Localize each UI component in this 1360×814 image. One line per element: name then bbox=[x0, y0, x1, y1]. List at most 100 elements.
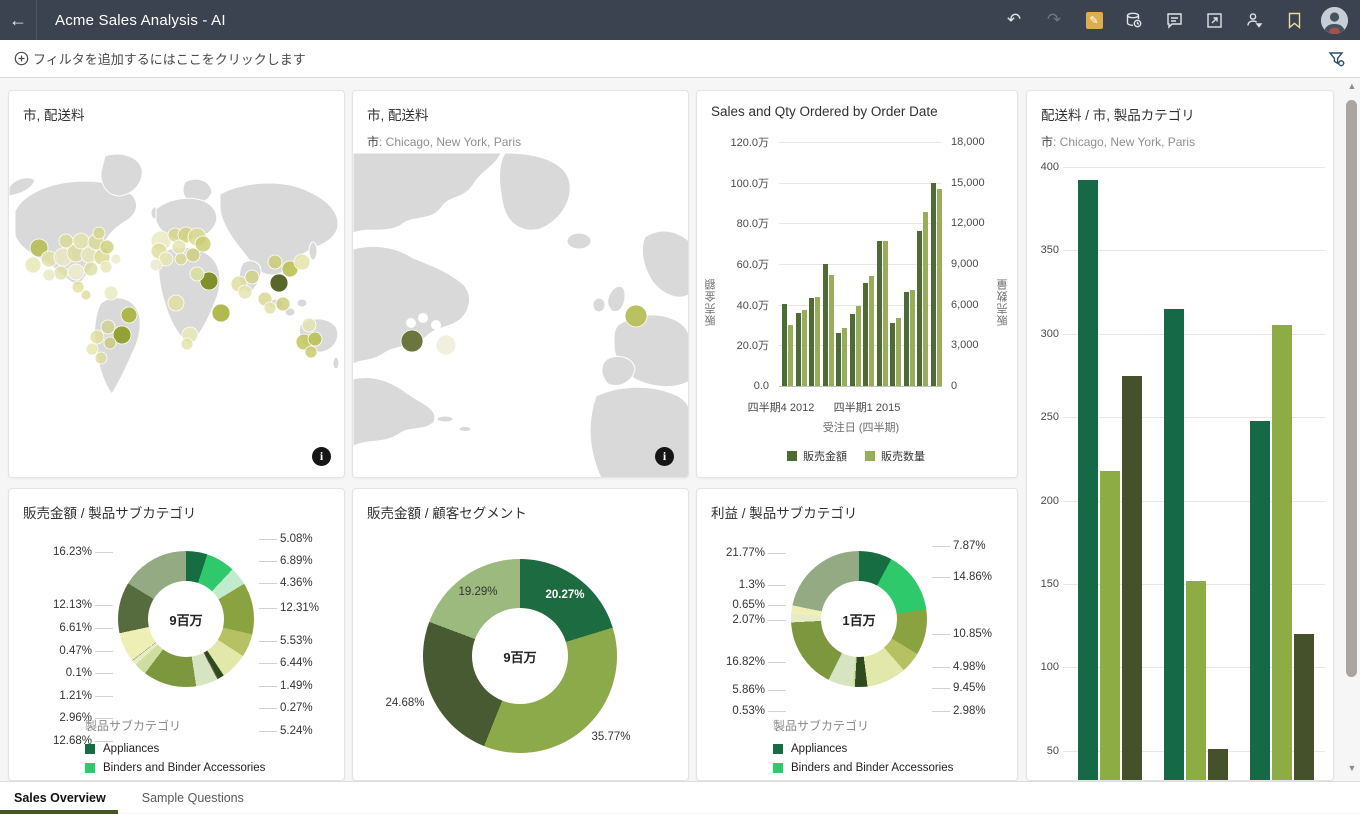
bar-quantity[interactable] bbox=[855, 306, 861, 386]
edit-icon[interactable]: ✎ bbox=[1078, 4, 1110, 36]
legend-item[interactable]: Binders and Binder Accessories bbox=[85, 762, 265, 774]
map-bubble[interactable] bbox=[103, 285, 119, 301]
undo-icon[interactable]: ↶ bbox=[998, 4, 1030, 36]
map-bubble[interactable] bbox=[110, 253, 122, 265]
page-scrollbar[interactable]: ▲ ▼ bbox=[1345, 82, 1359, 774]
map-bubble[interactable] bbox=[237, 284, 253, 300]
map-bubble[interactable] bbox=[120, 306, 138, 324]
info-icon[interactable]: i bbox=[655, 447, 674, 466]
redo-icon[interactable]: ↷ bbox=[1038, 4, 1070, 36]
map-bubble[interactable] bbox=[171, 239, 187, 255]
map-bubble[interactable] bbox=[301, 317, 317, 333]
bar-sales[interactable] bbox=[917, 231, 922, 386]
map-bubble[interactable] bbox=[99, 260, 113, 274]
refresh-data-icon[interactable] bbox=[1118, 4, 1150, 36]
map-bubble[interactable] bbox=[624, 304, 648, 328]
scroll-up-arrow[interactable]: ▲ bbox=[1347, 82, 1357, 91]
tile-shipping-bars[interactable]: 配送料 / 市, 製品カテゴリ 市: Chicago, New York, Pa… bbox=[1026, 90, 1334, 781]
present-icon[interactable] bbox=[1198, 4, 1230, 36]
map-bubble[interactable] bbox=[72, 232, 90, 250]
bar-quantity[interactable] bbox=[909, 289, 915, 386]
legend-item[interactable]: Binders and Binder Accessories bbox=[773, 762, 953, 774]
map-bubble[interactable] bbox=[400, 329, 424, 353]
bar-sales[interactable] bbox=[903, 292, 909, 386]
map-bubble[interactable] bbox=[103, 336, 117, 350]
bar[interactable] bbox=[1164, 308, 1184, 780]
map-bubble[interactable] bbox=[293, 253, 311, 271]
bar-quantity[interactable] bbox=[896, 318, 901, 386]
bar-quantity[interactable] bbox=[923, 212, 928, 386]
bar-sales[interactable] bbox=[876, 240, 882, 386]
bar[interactable] bbox=[1294, 634, 1314, 780]
map-bubble[interactable] bbox=[189, 266, 205, 282]
map-bubble[interactable] bbox=[83, 261, 99, 277]
user-avatar[interactable] bbox=[1318, 4, 1350, 36]
tile-map-world[interactable]: 市, 配送料 i bbox=[8, 90, 345, 478]
bar-sales[interactable] bbox=[809, 297, 814, 386]
map-bubble[interactable] bbox=[211, 303, 231, 323]
map-bubble[interactable] bbox=[24, 256, 42, 274]
bar[interactable] bbox=[1078, 180, 1098, 780]
map-bubble[interactable] bbox=[94, 351, 108, 365]
map-bubble[interactable] bbox=[85, 342, 99, 356]
map-bubble[interactable] bbox=[92, 226, 106, 240]
map-bubble[interactable] bbox=[100, 319, 116, 335]
map-bubble[interactable] bbox=[67, 263, 85, 281]
legend-item[interactable]: Appliances bbox=[773, 743, 953, 755]
bar-sales[interactable] bbox=[849, 313, 855, 386]
bar-quantity[interactable] bbox=[936, 189, 942, 386]
share-user-icon[interactable] bbox=[1238, 4, 1270, 36]
map-bubble[interactable] bbox=[435, 334, 457, 356]
filter-settings-icon[interactable] bbox=[1328, 50, 1346, 68]
map-bubble[interactable] bbox=[167, 294, 185, 312]
bar-quantity[interactable] bbox=[801, 310, 807, 386]
scroll-down-arrow[interactable]: ▼ bbox=[1347, 764, 1357, 773]
bar-sales[interactable] bbox=[836, 333, 841, 386]
tile-donut-customer-segment[interactable]: 販売金額 / 顧客セグメント 9百万 20.27% 35.77% 24.68% 19.2… bbox=[352, 488, 689, 781]
map-bubble[interactable] bbox=[42, 268, 56, 282]
bar-sales[interactable] bbox=[930, 182, 936, 386]
tile-map-filtered[interactable]: 市, 配送料 市: Chicago, New York, Paris i bbox=[352, 90, 689, 478]
bar[interactable] bbox=[1250, 420, 1270, 780]
bar-sales[interactable] bbox=[890, 322, 895, 386]
map-bubble[interactable] bbox=[275, 296, 291, 312]
map-bubble[interactable] bbox=[174, 252, 188, 266]
legend-item[interactable]: 販売数量 bbox=[865, 448, 925, 464]
legend-item[interactable]: Appliances bbox=[85, 743, 265, 755]
comment-icon[interactable] bbox=[1158, 4, 1190, 36]
bar[interactable] bbox=[1208, 749, 1228, 780]
bar[interactable] bbox=[1186, 580, 1206, 780]
bookmark-icon[interactable] bbox=[1278, 4, 1310, 36]
bar-quantity[interactable] bbox=[828, 274, 834, 386]
tab-sales-overview[interactable]: Sales Overview bbox=[0, 782, 124, 813]
map-bubble[interactable] bbox=[80, 289, 92, 301]
map-bubble[interactable] bbox=[263, 301, 277, 315]
bar[interactable] bbox=[1100, 470, 1120, 780]
bar-sales[interactable] bbox=[782, 303, 787, 386]
scrollbar-thumb[interactable] bbox=[1346, 100, 1357, 677]
bar[interactable] bbox=[1122, 375, 1142, 780]
bar-quantity[interactable] bbox=[869, 276, 874, 386]
bar-quantity[interactable] bbox=[788, 325, 793, 386]
map-bubble[interactable] bbox=[180, 337, 194, 351]
map-bubble[interactable] bbox=[149, 258, 163, 272]
tile-donut-profit-subcategory[interactable]: 利益 / 製品サブカテゴリ 1百万 21.77% 1.3% 0.65% 2.07% 16.… bbox=[696, 488, 1018, 781]
tile-donut-sales-subcategory[interactable]: 販売金額 / 製品サブカテゴリ 9百万 16.23% 12.13% 6.61% 0.47… bbox=[8, 488, 345, 781]
bar-sales[interactable] bbox=[795, 312, 801, 386]
info-icon[interactable]: i bbox=[312, 447, 331, 466]
map-bubble[interactable] bbox=[304, 345, 318, 359]
bar[interactable] bbox=[1272, 325, 1292, 780]
map-bubble[interactable] bbox=[185, 247, 201, 263]
map-bubble[interactable] bbox=[267, 254, 283, 270]
tile-sales-qty-combo[interactable]: Sales and Qty Ordered by Order Date 120.… bbox=[696, 90, 1018, 478]
map-bubble[interactable] bbox=[244, 269, 260, 285]
map-bubble[interactable] bbox=[99, 239, 115, 255]
bar-quantity[interactable] bbox=[842, 327, 847, 386]
map-bubble[interactable] bbox=[53, 265, 69, 281]
bar-quantity[interactable] bbox=[882, 240, 888, 386]
legend-item[interactable]: 販売金額 bbox=[787, 448, 847, 464]
bar-quantity[interactable] bbox=[815, 296, 820, 386]
tab-sample-questions[interactable]: Sample Questions bbox=[124, 782, 262, 813]
map-bubble[interactable] bbox=[89, 329, 105, 345]
map-bubble[interactable] bbox=[269, 273, 289, 293]
